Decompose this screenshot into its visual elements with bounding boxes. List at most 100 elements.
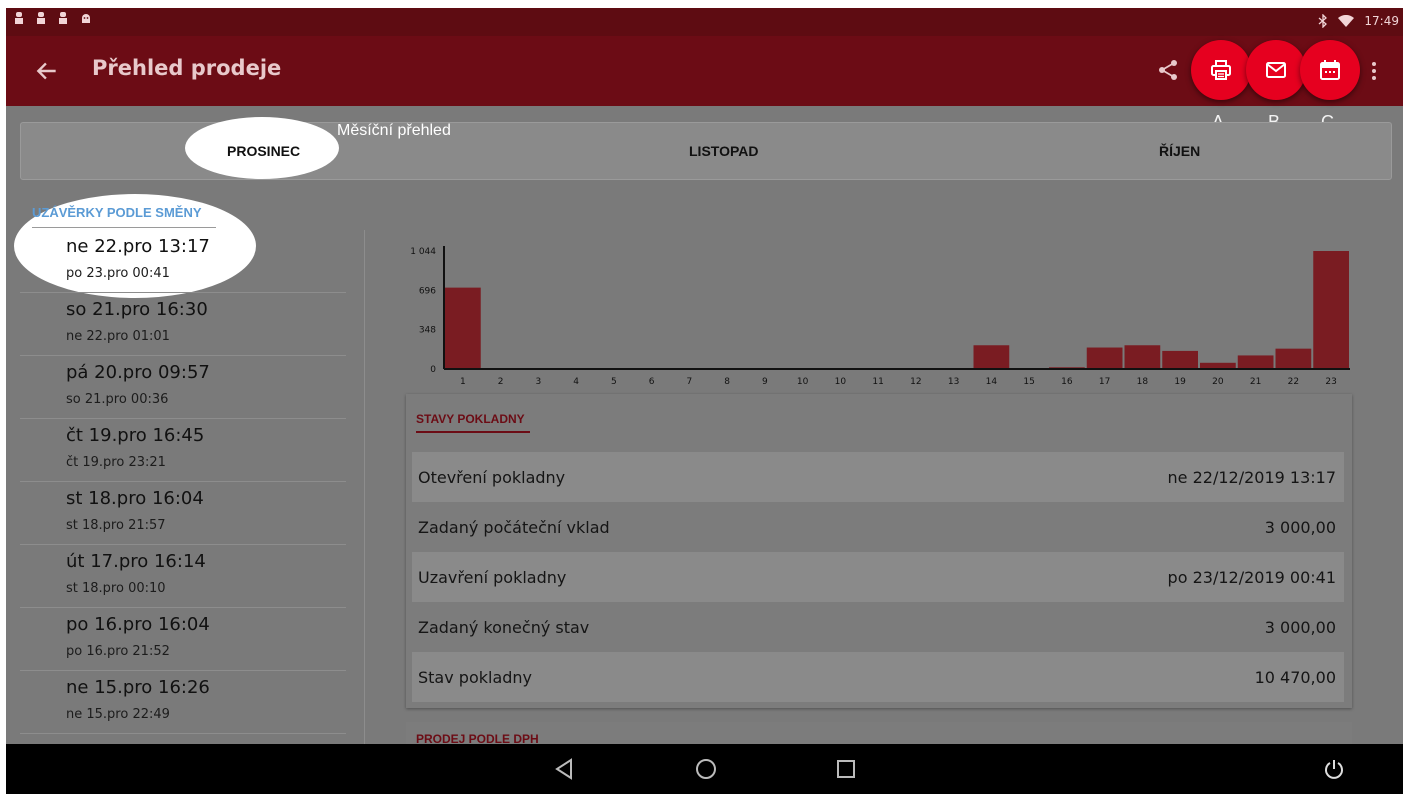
row-value: ne 22/12/2019 13:17 xyxy=(1167,468,1336,487)
shift-item[interactable]: pá 20.pro 09:57 so 21.pro 00:36 xyxy=(20,356,346,419)
x-tick-label: 4 xyxy=(573,377,579,386)
share-icon[interactable] xyxy=(1156,57,1180,83)
status-bar: 17:49 xyxy=(6,8,1403,36)
x-tick-label: 17 xyxy=(1099,377,1110,386)
home-circle-icon[interactable] xyxy=(695,758,717,780)
shift-start: po 16.pro 16:04 xyxy=(66,614,210,635)
shift-item[interactable]: čt 19.pro 16:45 čt 19.pro 23:21 xyxy=(20,419,346,482)
shift-start: ne 22.pro 13:17 xyxy=(66,236,210,257)
y-tick-label: 696 xyxy=(419,286,436,296)
shift-end: st 18.pro 21:57 xyxy=(66,518,166,533)
shift-end: čt 19.pro 23:21 xyxy=(66,455,166,470)
shift-item[interactable]: ne 22.pro 13:17 po 23.pro 00:41 xyxy=(20,230,346,293)
shift-start: čt 19.pro 16:45 xyxy=(66,425,205,446)
tab-prosinec[interactable]: PROSINEC xyxy=(227,143,300,159)
x-tick-label: 10 xyxy=(835,377,847,386)
chart-bar xyxy=(1086,347,1123,369)
x-tick-label: 19 xyxy=(1174,377,1186,386)
power-icon[interactable] xyxy=(1324,758,1344,780)
x-tick-label: 5 xyxy=(611,377,617,386)
shift-end: ne 22.pro 01:01 xyxy=(66,329,170,344)
chart-bar xyxy=(1275,348,1312,369)
shift-start: so 21.pro 16:30 xyxy=(66,299,208,320)
calendar-icon xyxy=(1320,60,1340,80)
shift-start: ne 15.pro 16:26 xyxy=(66,677,210,698)
table-row: Uzavření pokladny po 23/12/2019 00:41 xyxy=(412,552,1344,602)
shift-item[interactable]: so 21.pro 16:30 ne 22.pro 01:01 xyxy=(20,293,346,356)
shift-end: po 16.pro 21:52 xyxy=(66,644,170,659)
card-title-underline xyxy=(416,431,530,433)
tab-listopad[interactable]: LISTOPAD xyxy=(689,143,759,159)
shift-item[interactable]: st 18.pro 16:04 st 18.pro 21:57 xyxy=(20,482,346,545)
shift-start: út 17.pro 16:14 xyxy=(66,551,206,572)
chart-bar xyxy=(1162,350,1198,369)
shift-item[interactable]: ne 15.pro 16:26 ne 15.pro 22:49 xyxy=(20,671,346,734)
annotation-monthly: Měsíční přehled xyxy=(337,122,451,139)
shift-item[interactable]: út 17.pro 16:14 st 18.pro 00:10 xyxy=(20,545,346,608)
x-tick-label: 18 xyxy=(1137,377,1149,386)
x-tick-label: 22 xyxy=(1288,377,1299,386)
row-value: 10 470,00 xyxy=(1254,668,1336,687)
notification-icon xyxy=(59,12,67,24)
row-label: Stav pokladny xyxy=(418,668,533,687)
row-value: po 23/12/2019 00:41 xyxy=(1167,568,1336,587)
shift-end: st 18.pro 00:10 xyxy=(66,581,166,596)
x-tick-label: 1 xyxy=(460,377,466,386)
print-icon xyxy=(1211,60,1231,80)
chart-bar xyxy=(1313,251,1349,369)
email-button[interactable] xyxy=(1246,40,1306,100)
card-title: STAVY POKLADNY xyxy=(416,412,525,426)
row-label: Zadaný konečný stav xyxy=(418,618,590,637)
row-label: Otevření pokladny xyxy=(418,468,566,487)
x-tick-label: 3 xyxy=(536,377,542,386)
month-tabs: PROSINEC LISTOPAD ŘÍJEN xyxy=(20,117,1392,180)
x-tick-label: 2 xyxy=(498,377,504,386)
x-tick-label: 11 xyxy=(872,377,883,386)
page-title: Přehled prodeje xyxy=(92,56,282,80)
print-button[interactable] xyxy=(1191,40,1251,100)
shift-start: pá 20.pro 09:57 xyxy=(66,362,210,383)
shift-item[interactable]: po 16.pro 16:04 po 16.pro 21:52 xyxy=(20,608,346,671)
chart-bar xyxy=(1237,355,1274,369)
table-row: Otevření pokladny ne 22/12/2019 13:17 xyxy=(412,452,1344,502)
arrow-left-icon[interactable] xyxy=(34,58,60,84)
x-tick-label: 15 xyxy=(1023,377,1034,386)
row-value: 3 000,00 xyxy=(1264,518,1336,537)
back-triangle-icon[interactable] xyxy=(554,758,574,780)
screen: 17:49 Přehled prodeje A B C PROSINEC LIS… xyxy=(6,8,1403,794)
daily-sales-chart: 1 2 3 4 5 6 7 8 9 10 10 11 12 13 14 15 16 17 18 19 20 21 22 230… xyxy=(410,246,1350,386)
y-tick-label: 348 xyxy=(419,326,436,336)
more-vert-icon[interactable] xyxy=(1370,60,1378,82)
y-tick-label: 1 044 xyxy=(410,247,436,257)
mail-icon xyxy=(1266,62,1286,78)
table-row: Zadaný počáteční vklad 3 000,00 xyxy=(412,502,1344,552)
cash-state-card: STAVY POKLADNY Otevření pokladny ne 22/12… xyxy=(406,394,1352,708)
recents-square-icon[interactable] xyxy=(836,758,856,780)
chart-bar xyxy=(1124,345,1161,369)
x-tick-label: 9 xyxy=(762,377,768,386)
shift-start: st 18.pro 16:04 xyxy=(66,488,204,509)
panel-divider xyxy=(364,230,365,750)
tab-rijen[interactable]: ŘÍJEN xyxy=(1159,143,1200,159)
x-tick-label: 8 xyxy=(724,377,730,386)
notification-icon xyxy=(37,12,45,24)
android-icon xyxy=(82,14,90,23)
table-row: Zadaný konečný stav 3 000,00 xyxy=(412,602,1344,652)
clock: 17:49 xyxy=(1364,14,1399,28)
shift-end: ne 15.pro 22:49 xyxy=(66,707,170,722)
chart-bar xyxy=(973,345,1010,369)
shift-end: po 23.pro 00:41 xyxy=(66,266,170,281)
calendar-button[interactable] xyxy=(1300,40,1360,100)
row-value: 3 000,00 xyxy=(1264,618,1336,637)
shift-end: so 21.pro 00:36 xyxy=(66,392,169,407)
x-tick-label: 16 xyxy=(1061,377,1073,386)
x-tick-label: 7 xyxy=(687,377,693,386)
notification-icon xyxy=(15,12,23,24)
table-row: Stav pokladny 10 470,00 xyxy=(412,652,1344,702)
x-tick-label: 14 xyxy=(986,377,998,386)
x-tick-label: 13 xyxy=(948,377,959,386)
row-label: Zadaný počáteční vklad xyxy=(418,518,610,537)
x-tick-label: 6 xyxy=(649,377,655,386)
x-tick-label: 12 xyxy=(910,377,921,386)
section-title: UZÁVĚRKY PODLE SMĚNY xyxy=(32,205,202,220)
